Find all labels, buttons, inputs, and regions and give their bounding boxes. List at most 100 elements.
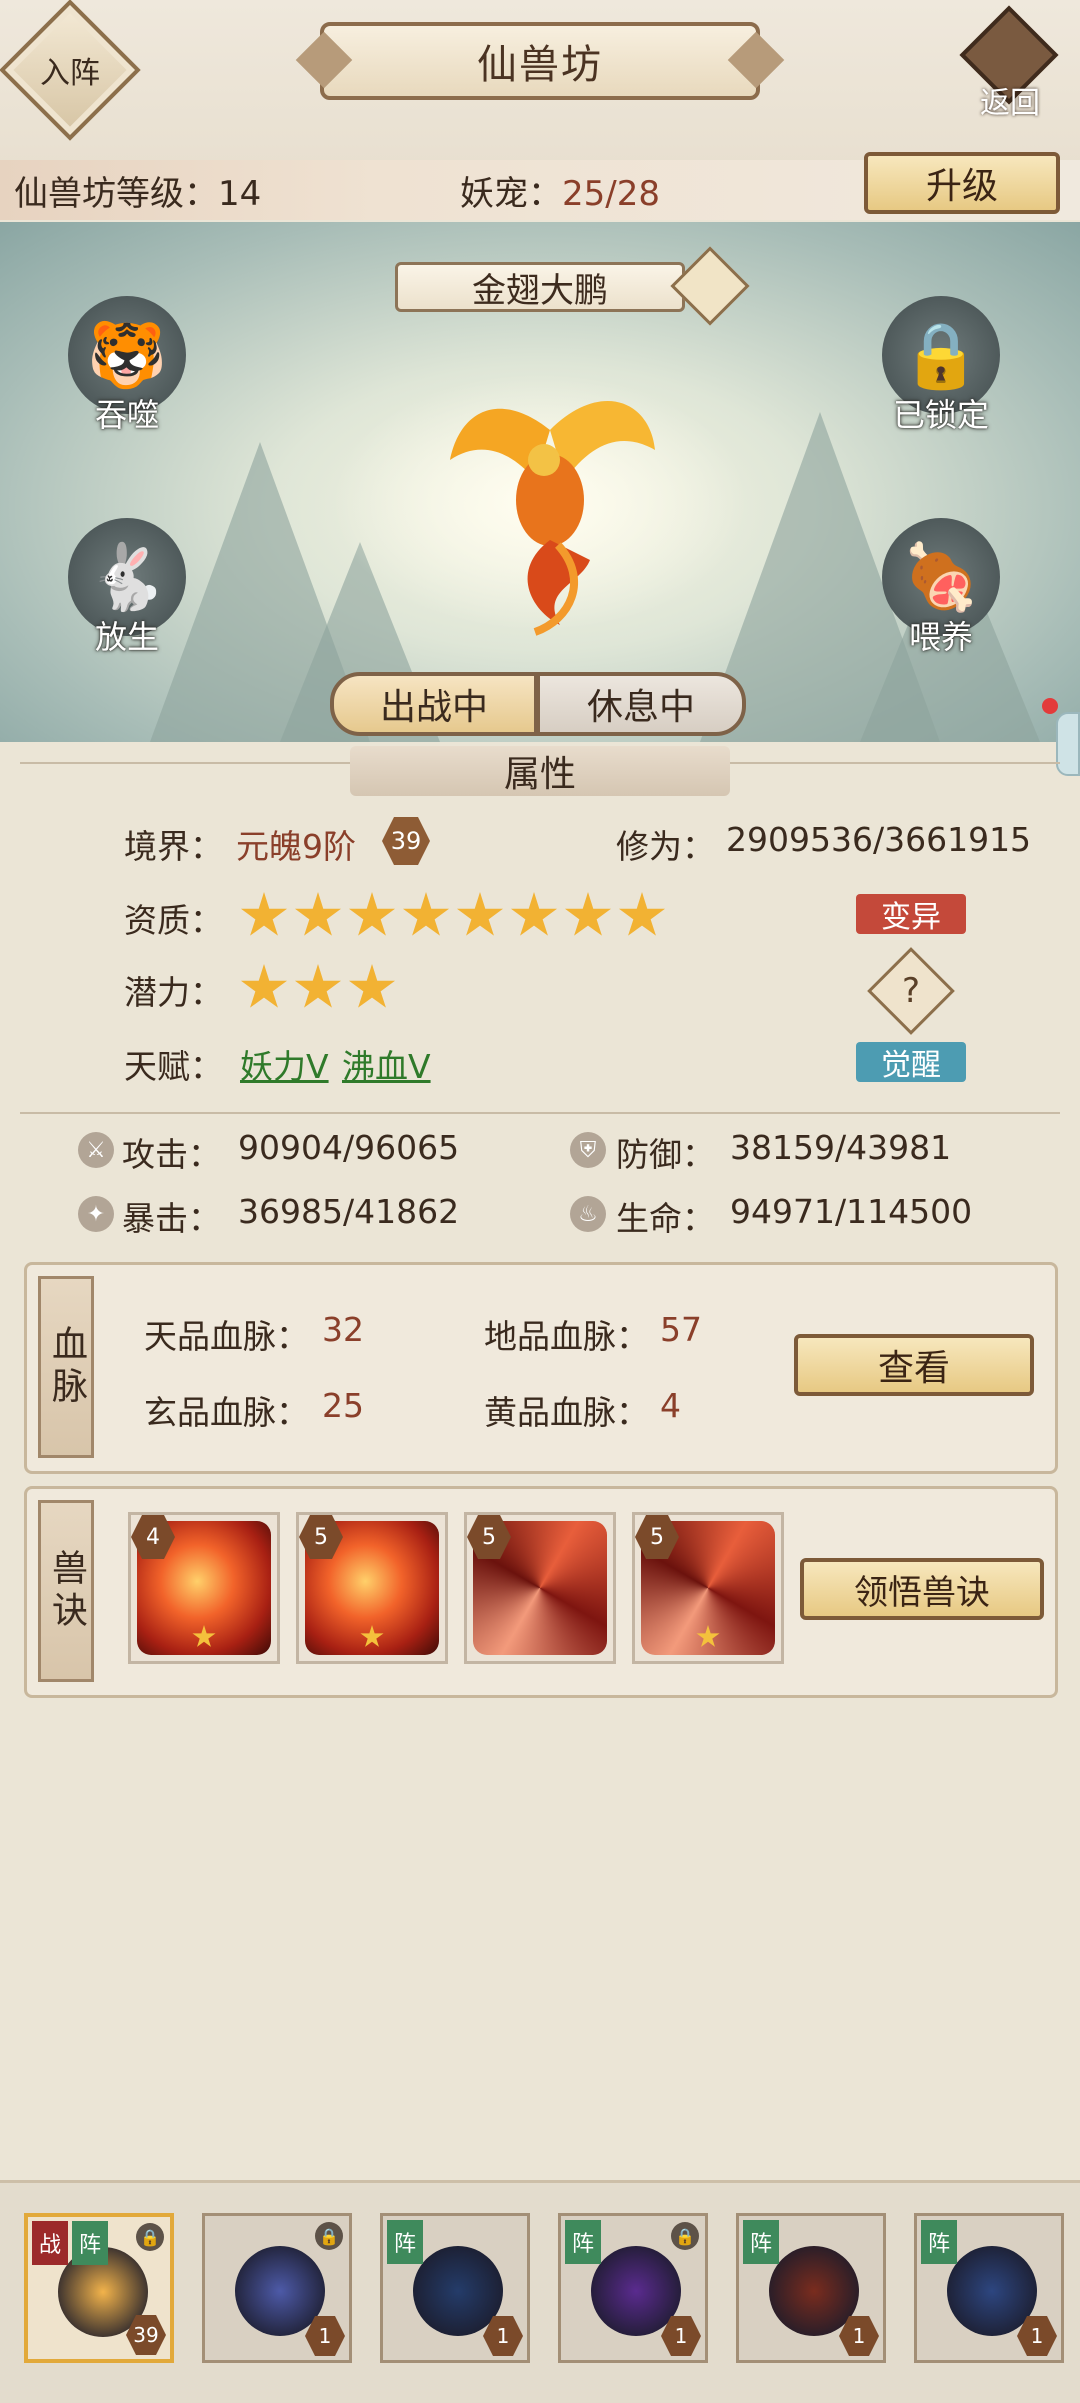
formation-tag: 阵 [565,2220,601,2264]
lock-icon: 🔒 [136,2223,164,2251]
lock-button[interactable]: 🔒 已锁定 [882,296,1000,436]
talent-link-1[interactable]: 妖力V [240,1040,329,1088]
star-icon [192,1625,216,1647]
tian-bloodline-label: 天品血脉： [144,1317,309,1356]
di-bloodline-label: 地品血脉： [484,1317,649,1356]
star-icon [294,892,342,936]
upgrade-button[interactable]: 升级 [864,152,1060,214]
pet-name: 金翅大鹏 [395,262,685,312]
workshop-level-label: 仙兽坊等级：14 [14,166,261,215]
back-button-label: 返回 [980,86,1040,121]
formation-tag: 阵 [72,2221,108,2265]
attributes-title: 属性 [350,746,730,796]
skill-slot[interactable]: 5 [632,1512,784,1664]
fire-skill-icon: 5 [299,1515,439,1655]
cultivation-label: 修为： [616,827,715,866]
page-title: 仙兽坊 [320,22,760,100]
feed-label: 喂养 [908,618,973,656]
mutate-button[interactable]: 变异 [856,894,966,935]
skill-level-badge: 5 [299,1515,343,1559]
skills-tag: 兽诀 [38,1500,94,1682]
di-bloodline-value: 57 [660,1310,702,1349]
swirl-skill-icon: 5 [467,1515,607,1655]
xuan-bloodline-label: 玄品血脉： [144,1393,309,1432]
tian-bloodline-value: 32 [322,1310,364,1349]
notification-dot [1042,698,1058,714]
star-icon [564,892,612,936]
level-value: 14 [218,174,262,214]
formation-tag: 阵 [743,2220,779,2264]
pet-phoenix-image [440,370,660,640]
star-icon [294,964,342,1008]
star-icon [240,964,288,1008]
star-icon [402,892,450,936]
release-button[interactable]: 🐇 放生 [68,518,186,658]
back-button[interactable]: 返回 [959,5,1060,121]
pet-roster-card[interactable]: 阵1 [736,2213,886,2363]
star-icon [348,964,396,1008]
lock-icon: 🔒 [315,2222,343,2250]
xuan-bloodline-value: 25 [322,1386,364,1425]
devour-label: 吞噬 [94,396,159,434]
star-icon [618,892,666,936]
devour-button[interactable]: 🐯 吞噬 [68,296,186,436]
tab-in-battle[interactable]: 出战中 [330,672,538,736]
star-icon [360,1625,384,1647]
sword-icon: ⚔ [78,1132,114,1168]
pet-roster-card[interactable]: 🔒 1 [202,2213,352,2363]
pet-roster-card[interactable]: 阵 🔒 1 [558,2213,708,2363]
lock-icon: 🔒 [671,2222,699,2250]
side-drawer-handle[interactable] [1056,712,1080,776]
crit-label: 暴击： [122,1199,221,1238]
star-icon [240,892,288,936]
pet-count: 妖宠：25/28 [460,166,660,215]
pet-count-label: 妖宠： [460,174,562,214]
formation-tag: 阵 [387,2220,423,2264]
skill-slot[interactable]: 5 [464,1512,616,1664]
pet-roster-card[interactable]: 战阵 🔒 39 [24,2213,174,2363]
pet-portrait [235,2246,325,2336]
star-icon [456,892,504,936]
pet-count-value: 25/28 [562,174,660,214]
attack-label: 攻击： [122,1135,221,1174]
learn-skill-button[interactable]: 领悟兽诀 [800,1558,1044,1620]
skills-row: 4 5 5 5 [128,1512,784,1672]
skill-level-badge: 5 [635,1515,679,1559]
skill-slot[interactable]: 5 [296,1512,448,1664]
potential-label: 潜力： [124,973,223,1012]
tab-resting[interactable]: 休息中 [536,672,746,736]
attack-value: 90904/96065 [238,1128,460,1167]
feed-button[interactable]: 🍖 喂养 [882,518,1000,658]
huang-bloodline-label: 黄品血脉： [484,1393,649,1432]
huang-bloodline-value: 4 [660,1386,681,1425]
pet-portrait [769,2246,859,2336]
cultivation-value: 2909536/3661915 [726,820,1032,859]
star-icon [510,892,558,936]
talent-label: 天赋： [124,1047,223,1086]
divider [20,1112,1060,1114]
realm-label: 境界： [124,827,223,866]
aptitude-label: 资质： [124,901,223,940]
release-label: 放生 [94,618,159,656]
realm-value: 元魄9阶 [236,827,356,866]
formation-button[interactable]: 入阵 [0,0,141,141]
hp-label: 生命： [616,1199,715,1238]
aptitude-stars [240,892,672,944]
skill-slot[interactable]: 4 [128,1512,280,1664]
star-icon [696,1625,720,1647]
pet-portrait [947,2246,1037,2336]
help-question-icon: ? [901,971,921,1011]
pet-portrait [413,2246,503,2336]
talent-link-2[interactable]: 沸血V [342,1040,431,1088]
swirl-skill-icon: 5 [635,1515,775,1655]
formation-tag: 阵 [921,2220,957,2264]
star-icon [348,892,396,936]
realm-level-badge: 39 [382,817,430,865]
awaken-button[interactable]: 觉醒 [856,1042,966,1083]
pet-roster-card[interactable]: 阵1 [380,2213,530,2363]
formation-button-label: 入阵 [40,56,100,91]
crit-value: 36985/41862 [238,1192,460,1231]
pet-roster-card[interactable]: 阵1 [914,2213,1064,2363]
crit-blade-icon: ✦ [78,1196,114,1232]
view-bloodline-button[interactable]: 查看 [794,1334,1034,1396]
